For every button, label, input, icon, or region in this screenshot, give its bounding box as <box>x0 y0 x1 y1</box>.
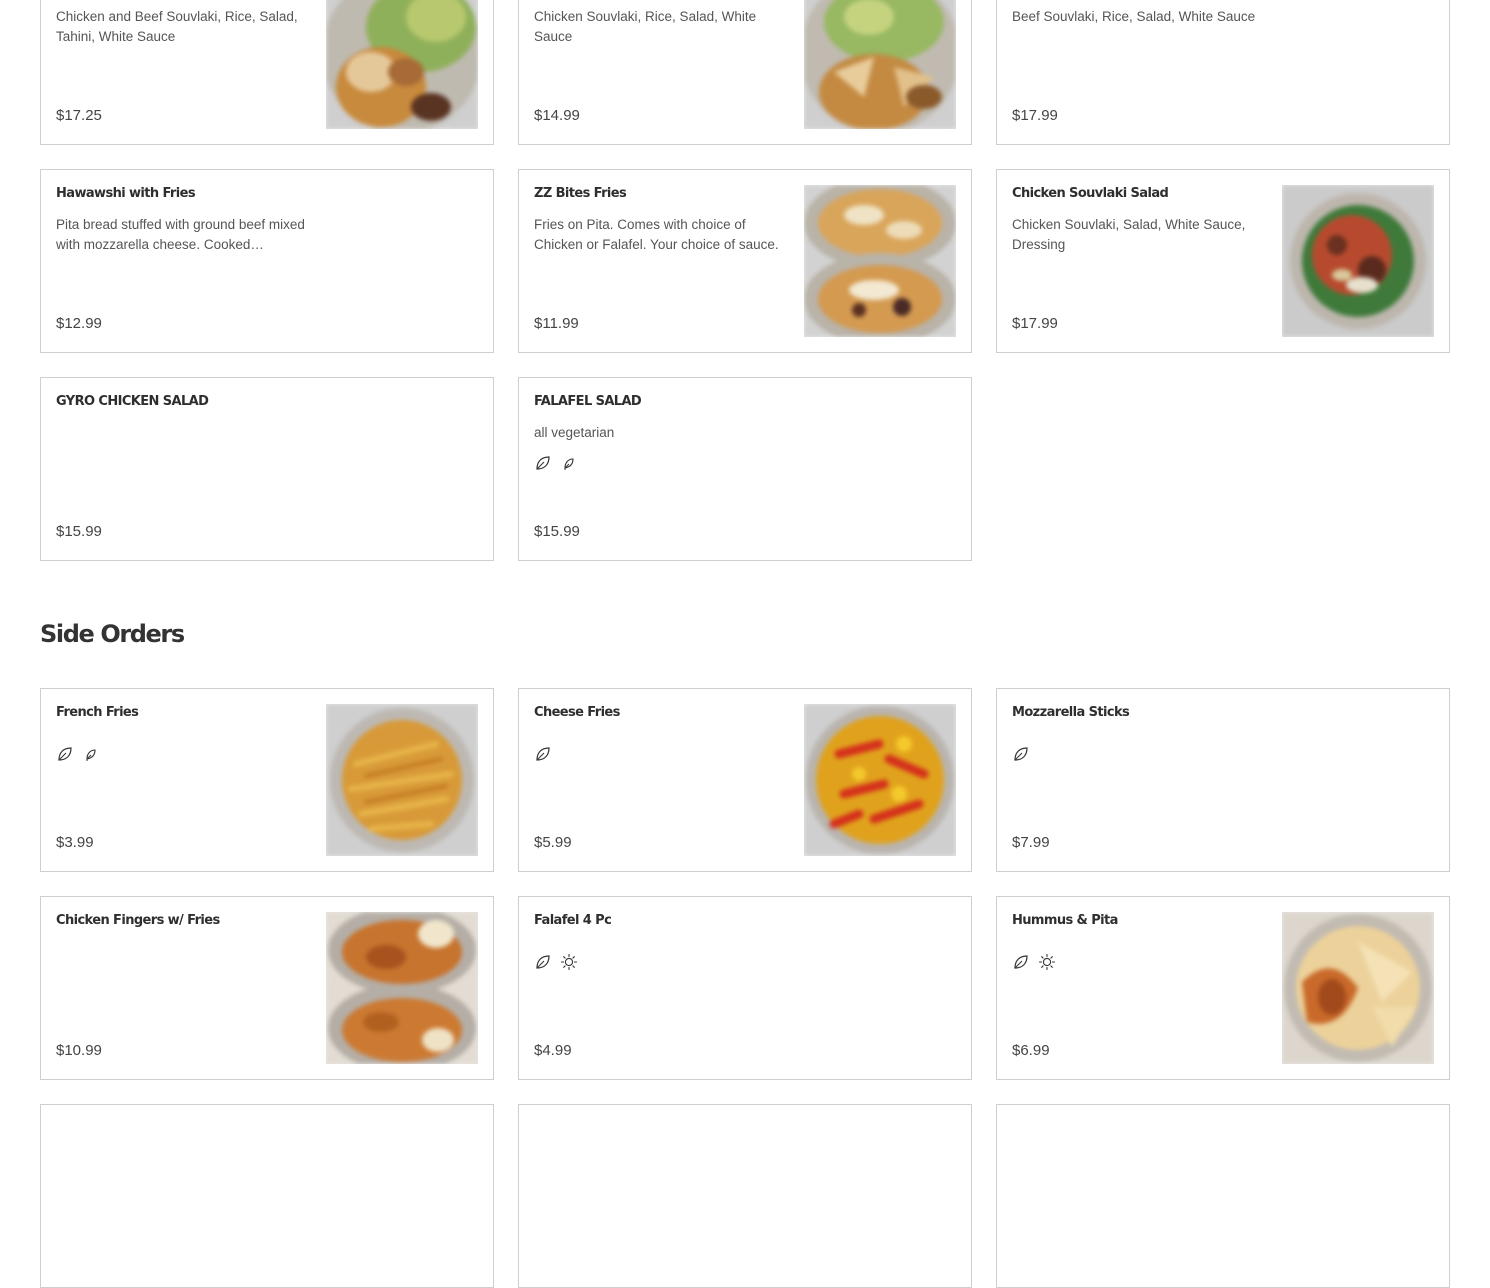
menu-item-description: all vegetarian <box>534 425 615 440</box>
vegetarian-leaf-icon <box>534 454 552 472</box>
menu-item-name: Chicken Fingers w/ Fries <box>56 913 220 928</box>
menu-item-price: $15.99 <box>56 523 102 540</box>
menu-item-name: Hummus & Pita <box>1012 913 1118 928</box>
menu-item-card[interactable]: Mozzarella Sticks $7.99 <box>996 688 1450 872</box>
vegetarian-leaf-icon <box>534 953 552 971</box>
menu-item-price: $17.99 <box>1012 315 1058 332</box>
dietary-badges <box>1012 745 1030 763</box>
menu-item-description: Chicken and Beef Souvlaki, Rice, Salad, … <box>56 9 298 44</box>
menu-item-card[interactable]: Cheese Fries $5.99 <box>518 688 972 872</box>
menu-item-price: $15.99 <box>534 523 580 540</box>
food-photo <box>326 912 478 1064</box>
menu-item-name: Hawawshi with Fries <box>56 186 196 201</box>
vegetarian-leaf-icon <box>56 745 74 763</box>
menu-item-card[interactable]: French Fries $3.99 <box>40 688 494 872</box>
menu-item-price: $6.99 <box>1012 1042 1050 1059</box>
food-photo <box>326 0 478 129</box>
menu-item-card[interactable]: Falafel 4 Pc $4.99 <box>518 896 972 1080</box>
food-photo <box>804 0 956 129</box>
dietary-badges <box>534 454 578 472</box>
dietary-badges <box>534 745 552 763</box>
menu-item-card[interactable] <box>40 1104 494 1288</box>
menu-item-card[interactable]: Chicken and Beef Souvlaki, Rice, Salad, … <box>40 0 494 145</box>
menu-item-price: $10.99 <box>56 1042 102 1059</box>
menu-item-card[interactable]: Beef Souvlaki, Rice, Salad, White Sauce … <box>996 0 1450 145</box>
menu-item-name: Falafel 4 Pc <box>534 913 612 928</box>
menu-item-price: $14.99 <box>534 107 580 124</box>
spicy-sun-icon <box>1038 953 1056 971</box>
dietary-badges <box>56 745 100 763</box>
menu-item-description: Chicken Souvlaki, Salad, White Sauce, Dr… <box>1012 217 1246 252</box>
menu-item-card[interactable]: FALAFEL SALAD all vegetarian $15.99 <box>518 377 972 561</box>
menu-item-name: ZZ Bites Fries <box>534 186 627 201</box>
spicy-sun-icon <box>560 953 578 971</box>
food-photo <box>1282 185 1434 337</box>
menu-item-card[interactable]: Chicken Souvlaki Salad Chicken Souvlaki,… <box>996 169 1450 353</box>
menu-item-description: Fries on Pita. Comes with choice of Chic… <box>534 217 779 252</box>
menu-item-card[interactable]: Chicken Fingers w/ Fries $10.99 <box>40 896 494 1080</box>
vegan-sprout-icon <box>82 745 100 763</box>
menu-item-name: FALAFEL SALAD <box>534 394 642 409</box>
menu-item-price: $5.99 <box>534 834 572 851</box>
food-photo <box>326 704 478 856</box>
menu-item-price: $17.99 <box>1012 107 1058 124</box>
vegetarian-leaf-icon <box>1012 745 1030 763</box>
menu-item-card[interactable]: Hawawshi with Fries Pita bread stuffed w… <box>40 169 494 353</box>
menu-item-name: Mozzarella Sticks <box>1012 705 1130 720</box>
menu-item-name: Cheese Fries <box>534 705 620 720</box>
food-photo <box>1282 912 1434 1064</box>
vegetarian-leaf-icon <box>534 745 552 763</box>
menu-item-card[interactable] <box>518 1104 972 1288</box>
menu-item-price: $4.99 <box>534 1042 572 1059</box>
menu-item-card[interactable]: GYRO CHICKEN SALAD $15.99 <box>40 377 494 561</box>
menu-item-price: $12.99 <box>56 315 102 332</box>
menu-item-description: Chicken Souvlaki, Rice, Salad, White Sau… <box>534 9 757 44</box>
menu-item-name: GYRO CHICKEN SALAD <box>56 394 209 409</box>
menu-item-name: Chicken Souvlaki Salad <box>1012 186 1169 201</box>
food-photo <box>804 704 956 856</box>
menu-item-card[interactable]: Chicken Souvlaki, Rice, Salad, White Sau… <box>518 0 972 145</box>
menu-item-description: Pita bread stuffed with ground beef mixe… <box>56 217 305 252</box>
menu-item-card[interactable]: Hummus & Pita $6.99 <box>996 896 1450 1080</box>
menu-item-card[interactable]: ZZ Bites Fries Fries on Pita. Comes with… <box>518 169 972 353</box>
vegan-sprout-icon <box>560 454 578 472</box>
menu-item-card[interactable] <box>996 1104 1450 1288</box>
vegetarian-leaf-icon <box>1012 953 1030 971</box>
menu-item-price: $11.99 <box>534 315 579 332</box>
dietary-badges <box>534 953 578 971</box>
menu-item-name: French Fries <box>56 705 139 720</box>
food-photo <box>804 185 956 337</box>
menu-item-price: $3.99 <box>56 834 94 851</box>
section-title: Side Orders <box>40 620 185 648</box>
menu-item-price: $17.25 <box>56 107 102 124</box>
menu-item-description: Beef Souvlaki, Rice, Salad, White Sauce <box>1012 9 1256 24</box>
menu-item-price: $7.99 <box>1012 834 1050 851</box>
dietary-badges <box>1012 953 1056 971</box>
